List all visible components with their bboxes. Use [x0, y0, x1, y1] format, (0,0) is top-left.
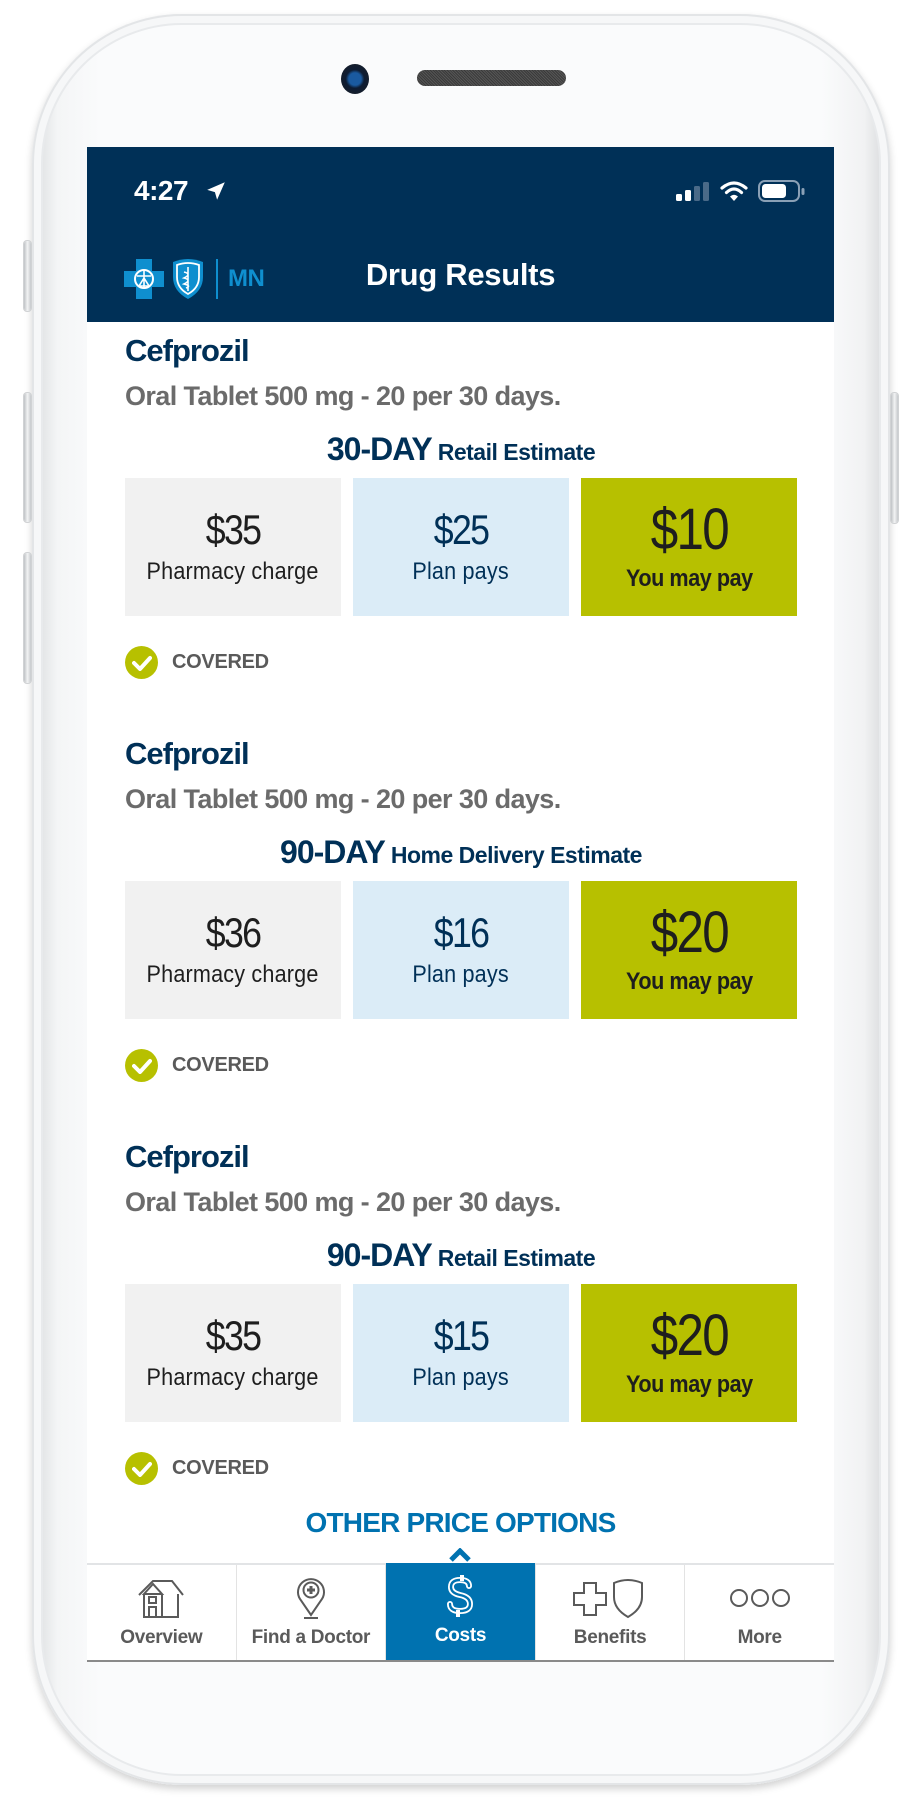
map-pin-medical-icon [294, 1573, 328, 1623]
earpiece-speaker [417, 70, 566, 86]
coverage-status: COVERED [125, 1452, 269, 1485]
pharmacy-charge-amount: $36 [205, 909, 262, 956]
check-circle-icon [125, 1452, 158, 1485]
tab-label: Benefits [573, 1627, 647, 1648]
drug-name: Cefprozil [125, 1139, 250, 1174]
drug-description: Oral Tablet 500 mg - 20 per 30 days. [125, 381, 561, 411]
front-camera [341, 64, 369, 94]
chevron-up-icon[interactable] [449, 1548, 471, 1562]
you-may-pay-label: You may pay [625, 565, 753, 592]
estimate-days: 90-DAY [280, 834, 386, 870]
tab-benefits[interactable]: Benefits [536, 1565, 686, 1660]
status-time: 4:27 [134, 175, 189, 206]
you-may-pay-box: $20 You may pay [581, 1284, 797, 1422]
price-breakdown: $35 Pharmacy charge $25 Plan pays $10 Yo… [125, 478, 797, 616]
tab-find-a-doctor[interactable]: Find a Doctor [237, 1565, 387, 1660]
tab-label: Find a Doctor [251, 1627, 371, 1648]
pharmacy-charge-label: Pharmacy charge [147, 961, 319, 988]
dollar-icon [443, 1571, 477, 1621]
pharmacy-charge-box: $35 Pharmacy charge [125, 478, 341, 616]
tab-label: Overview [120, 1627, 203, 1648]
plan-pays-box: $25 Plan pays [353, 478, 569, 616]
pharmacy-charge-label: Pharmacy charge [147, 1364, 319, 1391]
power-button [891, 393, 898, 523]
house-icon [136, 1573, 186, 1623]
pharmacy-charge-amount: $35 [205, 1312, 262, 1359]
estimate-type: Retail Estimate [437, 1245, 596, 1271]
estimate-days: 30-DAY [326, 431, 433, 467]
estimate-heading: 90-DAY Home Delivery Estimate [125, 834, 797, 871]
other-price-options-link[interactable]: OTHER PRICE OPTIONS [87, 1507, 834, 1539]
plan-pays-box: $16 Plan pays [353, 881, 569, 1019]
plan-pays-label: Plan pays [412, 1364, 510, 1391]
price-breakdown: $35 Pharmacy charge $15 Plan pays $20 Yo… [125, 1284, 797, 1422]
you-may-pay-amount: $10 [650, 497, 729, 562]
you-may-pay-box: $20 You may pay [581, 881, 797, 1019]
page-title: Drug Results [365, 257, 556, 292]
mute-switch [24, 241, 31, 311]
estimate-days: 90-DAY [326, 1237, 433, 1273]
volume-down-button [24, 553, 31, 683]
plan-pays-label: Plan pays [412, 558, 510, 585]
estimate-type: Retail Estimate [437, 439, 596, 465]
coverage-label: COVERED [172, 651, 269, 673]
cellular-signal-icon [676, 182, 709, 201]
pharmacy-charge-box: $36 Pharmacy charge [125, 881, 341, 1019]
more-dots-icon [729, 1573, 791, 1623]
drug-name: Cefprozil [125, 333, 250, 368]
coverage-status: COVERED [125, 646, 269, 679]
tab-more[interactable]: More [685, 1565, 834, 1660]
coverage-status: COVERED [125, 1049, 269, 1082]
check-circle-icon [125, 1049, 158, 1082]
app-header: 4:27 MN Drug Results [87, 147, 834, 322]
price-breakdown: $36 Pharmacy charge $16 Plan pays $20 Yo… [125, 881, 797, 1019]
pharmacy-charge-label: Pharmacy charge [147, 558, 319, 585]
tab-label: Costs [434, 1625, 487, 1646]
plan-pays-amount: $15 [433, 1312, 490, 1359]
app-screen: 4:27 MN Drug Results Cefprozil Oral Tabl… [87, 147, 834, 1662]
cross-shield-icon [572, 1573, 648, 1623]
you-may-pay-label: You may pay [625, 1371, 753, 1398]
tab-label: More [737, 1627, 783, 1648]
estimate-heading: 30-DAY Retail Estimate [125, 431, 797, 468]
pharmacy-charge-box: $35 Pharmacy charge [125, 1284, 341, 1422]
you-may-pay-box: $10 You may pay [581, 478, 797, 616]
bottom-tab-bar: Overview Find a Doctor Costs Benefits Mo… [87, 1563, 834, 1662]
battery-icon [758, 180, 805, 202]
drug-description: Oral Tablet 500 mg - 20 per 30 days. [125, 784, 561, 814]
you-may-pay-amount: $20 [650, 900, 729, 965]
tab-costs[interactable]: Costs [386, 1563, 536, 1660]
coverage-label: COVERED [172, 1457, 269, 1479]
check-circle-icon [125, 646, 158, 679]
drug-description: Oral Tablet 500 mg - 20 per 30 days. [125, 1187, 561, 1217]
you-may-pay-amount: $20 [650, 1303, 729, 1368]
status-indicators [676, 179, 806, 203]
tab-overview[interactable]: Overview [87, 1565, 237, 1660]
estimate-heading: 90-DAY Retail Estimate [125, 1237, 797, 1274]
you-may-pay-label: You may pay [625, 968, 753, 995]
plan-pays-amount: $16 [433, 909, 490, 956]
plan-pays-label: Plan pays [412, 961, 510, 988]
location-arrow-icon [207, 182, 225, 200]
coverage-label: COVERED [172, 1054, 269, 1076]
volume-up-button [24, 393, 31, 522]
plan-pays-amount: $25 [433, 506, 490, 553]
plan-pays-box: $15 Plan pays [353, 1284, 569, 1422]
pharmacy-charge-amount: $35 [205, 506, 262, 553]
wifi-icon [720, 181, 748, 201]
estimate-type: Home Delivery Estimate [390, 842, 643, 868]
drug-name: Cefprozil [125, 736, 250, 771]
